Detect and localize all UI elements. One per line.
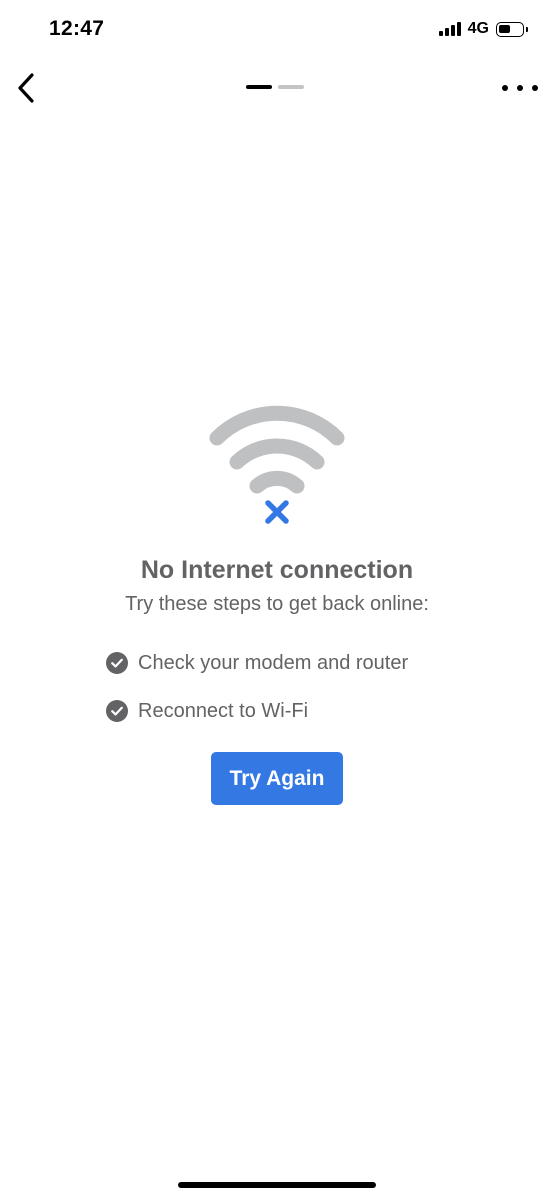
home-indicator[interactable] bbox=[178, 1182, 376, 1188]
try-again-button[interactable]: Try Again bbox=[211, 752, 343, 805]
more-options-button[interactable] bbox=[502, 76, 538, 100]
check-circle-icon bbox=[106, 700, 128, 722]
status-bar: 12:47 4G bbox=[0, 0, 554, 60]
back-button[interactable] bbox=[8, 68, 44, 108]
x-mark bbox=[265, 500, 289, 524]
check-circle-icon bbox=[106, 652, 128, 674]
step-label: Check your modem and router bbox=[138, 651, 409, 674]
step-label: Reconnect to Wi-Fi bbox=[138, 699, 309, 722]
list-item: Reconnect to Wi-Fi bbox=[106, 696, 408, 726]
chevron-left-icon bbox=[18, 73, 34, 103]
error-subtitle: Try these steps to get back online: bbox=[125, 593, 429, 615]
list-item: Check your modem and router bbox=[106, 648, 408, 678]
network-type: 4G bbox=[467, 20, 489, 37]
page-indicator bbox=[246, 85, 304, 89]
signal-icon bbox=[438, 22, 461, 36]
error-title: No Internet connection bbox=[140, 556, 414, 584]
battery-icon bbox=[496, 21, 528, 37]
more-horizontal-icon bbox=[502, 85, 508, 91]
page-dot-2 bbox=[278, 85, 304, 89]
page-dot-1 bbox=[246, 85, 272, 89]
status-indicators: 4G bbox=[438, 20, 528, 38]
nav-bar bbox=[0, 60, 554, 120]
troubleshooting-steps: Check your modem and router Reconnect to… bbox=[106, 648, 408, 744]
wifi-off-icon bbox=[209, 405, 345, 524]
status-time: 12:47 bbox=[49, 17, 105, 40]
